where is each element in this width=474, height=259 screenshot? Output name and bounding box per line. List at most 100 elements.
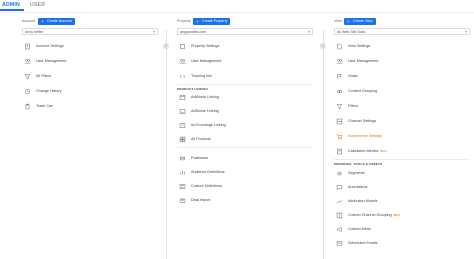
create-view-button[interactable]: + Create View — [344, 17, 376, 25]
view-selected-value: All Web Site Data — [337, 30, 366, 34]
chevron-right-icon[interactable]: › — [320, 43, 326, 49]
section-divider — [177, 84, 313, 85]
menu-item-content-grouping[interactable]: Content Grouping — [334, 87, 470, 96]
menu-item-trash-can[interactable]: Trash Can — [22, 102, 158, 111]
menu-item-all-filters[interactable]: All Filters — [22, 72, 158, 81]
segments-icon — [336, 170, 343, 177]
menu-item-label: Annotations — [348, 185, 368, 189]
menu-item-segments[interactable]: Segments — [334, 169, 470, 178]
custom-channel-grouping-label: Custom Channel Grouping — [348, 213, 392, 217]
annotation-icon — [336, 184, 343, 191]
flag-icon — [336, 73, 343, 80]
column-divider — [323, 30, 324, 259]
menu-item-label: Postbacks — [191, 156, 209, 160]
menu-item-user-management[interactable]: User Management — [22, 57, 158, 66]
menu-item-scheduled-emails[interactable]: Scheduled Emails — [334, 239, 470, 248]
view-column: View + Create View All Web Site Data ▾ Vi… — [334, 16, 470, 256]
plus-icon: + — [196, 18, 199, 24]
tab-admin[interactable]: ADMIN — [2, 2, 20, 8]
menu-item-adsense-linking[interactable]: AdSense Linking — [177, 107, 313, 116]
property-selector[interactable]: anygoodies.com ▾ — [177, 28, 313, 35]
menu-item-ad-exchange-linking[interactable]: Ad Exchange Linking — [177, 121, 313, 130]
menu-item-postbacks[interactable]: Postbacks — [177, 154, 313, 163]
menu-item-data-import[interactable]: Data Import — [177, 196, 313, 205]
users-icon — [24, 58, 31, 65]
menu-item-goals[interactable]: Goals — [334, 72, 470, 81]
view-header: View + Create View — [334, 16, 470, 28]
menu-item-adwords-linking[interactable]: AdWords Linking — [177, 93, 313, 102]
menu-item-attribution-models[interactable]: Attribution Models — [334, 197, 470, 206]
menu-item-annotations[interactable]: Annotations — [334, 183, 470, 192]
beta-badge: BETA — [393, 214, 401, 217]
menu-item-label: AdSense Linking — [191, 109, 219, 113]
property-column: Property + Create Property anygoodies.com… — [177, 16, 313, 256]
calculated-metrics-label: Calculated Metrics — [348, 149, 379, 153]
menu-item-label: Ad Exchange Linking — [191, 123, 226, 127]
create-view-label: Create View — [353, 18, 373, 23]
menu-item-label: Custom Channel Grouping BETA — [348, 213, 400, 217]
menu-item-ecommerce-settings[interactable]: Ecommerce Settings — [334, 132, 470, 141]
adwords-icon — [179, 94, 186, 101]
menu-item-calculated-metrics[interactable]: Calculated Metrics BETA — [334, 147, 470, 156]
property-header: Property + Create Property — [177, 16, 313, 28]
adsense-icon — [179, 108, 186, 115]
menu-item-label: Filters — [348, 104, 359, 108]
menu-item-view-settings[interactable]: View Settings — [334, 42, 470, 51]
chevron-right-icon[interactable]: › — [163, 43, 169, 49]
menu-item-all-products[interactable]: All Products — [177, 135, 313, 144]
create-property-label: Create Property — [202, 18, 228, 23]
channel-icon — [336, 118, 343, 125]
menu-item-custom-alerts[interactable]: Custom Alerts — [334, 225, 470, 234]
property-label: Property — [177, 19, 191, 23]
menu-item-channel-settings[interactable]: Channel Settings — [334, 117, 470, 126]
tab-user[interactable]: USER — [30, 2, 45, 8]
column-divider — [166, 30, 167, 259]
menu-item-label: All Products — [191, 137, 211, 141]
menu-item-property-settings[interactable]: Property Settings — [177, 42, 313, 51]
menu-item-user-management[interactable]: User Management — [334, 57, 470, 66]
create-property-button[interactable]: + Create Property — [193, 17, 231, 25]
menu-item-label: Custom Alerts — [348, 227, 371, 231]
personal-tools-heading: PERSONAL TOOLS & ASSETS — [334, 162, 383, 166]
menu-item-label: Data Import — [191, 198, 211, 202]
postback-icon — [179, 155, 186, 162]
menu-item-label: Tracking Info — [191, 74, 213, 78]
account-selected-value: Anvy better — [25, 30, 44, 34]
menu-item-audience-definitions[interactable]: Audience Definitions — [177, 168, 313, 177]
view-selector[interactable]: All Web Site Data ▾ — [334, 28, 470, 35]
account-column: Account + Create Account Anvy better ▾ Ac… — [22, 16, 158, 256]
chevron-down-icon: ▾ — [153, 30, 155, 34]
menu-item-custom-channel-grouping[interactable]: Custom Channel Grouping BETA — [334, 211, 470, 220]
menu-item-label: User Management — [36, 59, 67, 63]
menu-item-label: Trash Can — [36, 104, 54, 108]
users-icon — [336, 58, 343, 65]
products-icon — [179, 136, 186, 143]
menu-item-filters[interactable]: Filters — [334, 102, 470, 111]
menu-item-label: User Management — [348, 59, 379, 63]
custom-channel-icon — [336, 212, 343, 219]
menu-item-label: Content Grouping — [348, 89, 378, 93]
menu-item-user-management[interactable]: User Management — [177, 57, 313, 66]
adexchange-icon — [179, 122, 186, 129]
create-account-label: Create Account — [47, 18, 72, 23]
create-account-button[interactable]: + Create Account — [38, 17, 75, 25]
product-linking-heading: PRODUCT LINKING — [177, 87, 209, 91]
import-icon — [179, 197, 186, 204]
menu-item-custom-definitions[interactable]: Custom Definitions — [177, 182, 313, 191]
trash-icon — [24, 103, 31, 110]
attribution-icon — [336, 198, 343, 205]
plus-icon: + — [41, 18, 44, 24]
building-icon — [24, 43, 31, 50]
menu-item-label: Scheduled Emails — [348, 241, 378, 245]
property-selected-value: anygoodies.com — [180, 30, 207, 34]
section-divider — [177, 147, 313, 148]
dd-icon — [179, 183, 186, 190]
cart-icon — [336, 133, 343, 140]
menu-item-tracking-info[interactable]: Tracking Info — [177, 72, 313, 81]
account-selector[interactable]: Anvy better ▾ — [22, 28, 158, 35]
menu-item-label: User Management — [191, 59, 222, 63]
users-icon — [179, 58, 186, 65]
menu-item-change-history[interactable]: Change History — [22, 87, 158, 96]
menu-item-account-settings[interactable]: Account Settings — [22, 42, 158, 51]
filter-icon — [336, 103, 343, 110]
